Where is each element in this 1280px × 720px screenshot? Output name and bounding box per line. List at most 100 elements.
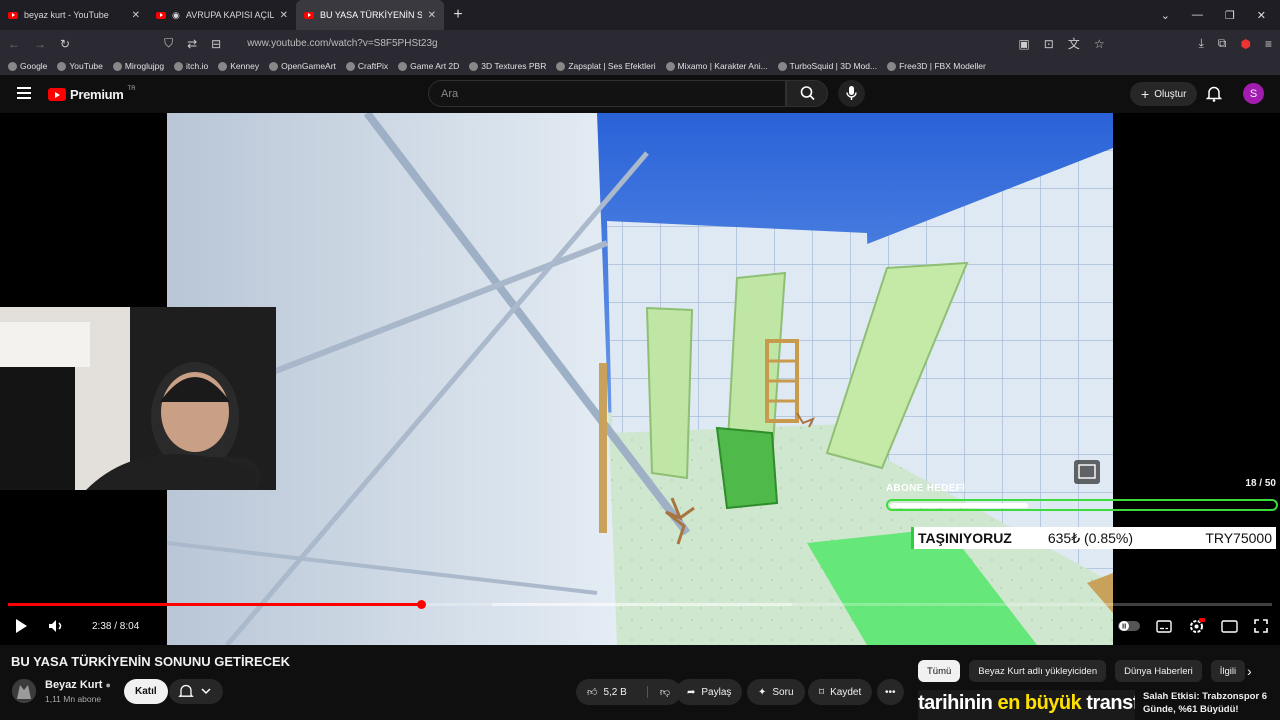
pip-icon[interactable]: ▣ [1018, 37, 1029, 51]
youtube-logo[interactable]: Premium TR [48, 85, 136, 102]
hamburger-menu-icon[interactable] [17, 87, 31, 99]
tab-list-icon[interactable]: ⌄ [1161, 9, 1170, 22]
dislike-icon[interactable]: 👎︎ [646, 686, 670, 698]
search-button[interactable] [786, 80, 828, 107]
bookmark-item[interactable]: YouTube [57, 61, 103, 71]
youtube-favicon-icon [304, 11, 314, 19]
video-frame[interactable] [167, 113, 1113, 645]
bookmark-item[interactable]: itch.io [174, 61, 208, 71]
like-count: 5,2 B [603, 686, 627, 698]
new-tab-button[interactable]: + [444, 6, 472, 24]
forward-icon[interactable]: → [34, 37, 46, 51]
subtitles-icon[interactable] [1156, 619, 1172, 633]
browser-tab-title: BU YASA TÜRKİYENİN SONUNU [320, 10, 422, 20]
wolf-logo-icon [12, 679, 36, 703]
save-label: Kaydet [830, 686, 862, 698]
menu-icon[interactable]: ≡ [1265, 37, 1272, 51]
notifications-button[interactable] [1205, 85, 1223, 107]
bookmark-item[interactable]: Miroglujpg [112, 61, 164, 71]
channel-avatar[interactable] [12, 679, 36, 703]
recommended-thumbnail[interactable]: tarihinin en büyük transferi [918, 690, 1135, 720]
bookmark-star-icon[interactable]: ☆ [1094, 37, 1105, 51]
video-title: BU YASA TÜRKİYENİN SONUNU GETİRECEK [11, 654, 291, 669]
thumbnail-text-c: transferi [1086, 692, 1135, 714]
browser-tab-1[interactable]: beyaz kurt - YouTube ✕ [0, 0, 148, 30]
back-icon[interactable]: ← [8, 37, 20, 51]
close-tab-icon[interactable]: ✕ [132, 10, 140, 21]
bookmark-icon: ⌑ [819, 686, 825, 698]
browser-tab-2[interactable]: ◉ AVRUPA KAPISI AÇILIYOR: E ✕ [148, 0, 296, 30]
chip-from-uploader[interactable]: Beyaz Kurt adlı yükleyiciden [969, 660, 1107, 682]
close-tab-icon[interactable]: ✕ [280, 10, 288, 21]
bookmark-label: Mixamo | Karakter Ani... [677, 61, 768, 71]
close-window-icon[interactable]: ✕ [1257, 9, 1266, 22]
theater-mode-icon[interactable] [1221, 619, 1238, 633]
bookmark-item[interactable]: Free3D | FBX Modeller [887, 61, 986, 71]
extensions-icon[interactable]: ⧉ [1218, 36, 1227, 51]
share-button[interactable]: ➦ Paylaş [676, 679, 743, 705]
chip-world-news[interactable]: Dünya Haberleri [1115, 660, 1202, 682]
ask-button[interactable]: ✦ Soru [747, 679, 805, 705]
voice-search-button[interactable] [838, 80, 865, 107]
bookmarks-bar: Google YouTube Miroglujpg itch.io Kenney Open… [0, 57, 1280, 75]
translate-icon[interactable]: 文 [1068, 35, 1080, 52]
reload-icon[interactable]: ↻ [60, 37, 70, 51]
minimize-icon[interactable]: — [1192, 9, 1203, 22]
thumbnail-text: tarihinin en büyük transferi [918, 692, 1135, 715]
bookmark-item[interactable]: Mixamo | Karakter Ani... [665, 61, 768, 71]
goal-label: ABONE HEDEFİ [886, 483, 966, 494]
screenshot-icon[interactable]: ⊡ [1044, 37, 1054, 51]
permissions-icon[interactable]: ⇄ [187, 37, 197, 51]
bookmark-item[interactable]: Game Art 2D [398, 61, 459, 71]
bookmark-item[interactable]: CraftPix [345, 61, 388, 71]
bookmark-favicon-icon [556, 61, 566, 71]
chip-all[interactable]: Tümü [918, 660, 961, 682]
bookmark-item[interactable]: TurboSquid | 3D Mod... [777, 61, 877, 71]
goal-count: 18 / 50 [1245, 478, 1276, 489]
recommended-title[interactable]: Salah Etkisi: Trabzonspor 6 Günde, %61 B… [1143, 690, 1273, 716]
volume-icon[interactable] [48, 618, 64, 634]
download-icon[interactable]: ⤓ [1199, 36, 1204, 51]
youtube-play-icon [48, 88, 66, 101]
bookmark-label: Game Art 2D [410, 61, 460, 71]
logo-region: TR [127, 85, 136, 92]
webcam-person-image [0, 307, 276, 490]
bookmark-item[interactable]: Google [8, 61, 47, 71]
bookmark-item[interactable]: 3D Textures PBR [469, 61, 546, 71]
account-avatar[interactable]: S [1243, 83, 1264, 104]
bookmark-favicon-icon [112, 61, 122, 71]
share-label: Paylaş [701, 686, 732, 698]
channel-name-text: Beyaz Kurt [45, 679, 103, 691]
bookmark-item[interactable]: Kenney [218, 61, 259, 71]
like-button[interactable]: 👍︎ 5,2 B 👎︎ [576, 679, 681, 705]
save-button[interactable]: ⌑ Kaydet [808, 679, 873, 705]
bookmark-favicon-icon [218, 61, 228, 71]
bookmark-item[interactable]: Zapsplat | Ses Efektleri [556, 61, 656, 71]
ticker-label: TAŞINIYORUZ [918, 530, 1012, 546]
seek-bar[interactable] [8, 600, 1272, 609]
shield-icon[interactable]: ⛉ [164, 36, 173, 51]
create-button[interactable]: + Oluştur [1130, 82, 1198, 106]
more-actions-button[interactable]: ••• [877, 679, 904, 705]
chip-related[interactable]: İlgili [1210, 660, 1246, 682]
subscribed-bell-button[interactable] [169, 679, 223, 704]
maximize-icon[interactable]: ❐ [1225, 9, 1235, 22]
more-icon: ••• [885, 686, 896, 698]
logo-text: Premium [70, 87, 124, 102]
ublock-icon[interactable]: ⬢ [1241, 37, 1251, 51]
chips-next-icon[interactable]: › [1247, 663, 1252, 679]
settings-gear-icon[interactable] [1188, 617, 1205, 635]
join-button[interactable]: Katıl [124, 679, 168, 704]
video-player[interactable]: ABONE HEDEFİ 18 / 50 TAŞINIYORUZ 635₺ (0… [0, 113, 1280, 645]
channel-name[interactable]: Beyaz Kurt ● [45, 679, 111, 691]
address-field[interactable]: www.youtube.com/watch?v=S8F5PHSt23g [247, 38, 437, 49]
site-info-icon[interactable]: ⊟ [211, 37, 221, 51]
close-tab-icon[interactable]: ✕ [428, 10, 436, 21]
subscriber-goal-overlay: ABONE HEDEFİ 18 / 50 [886, 478, 1278, 511]
play-icon[interactable] [14, 618, 28, 634]
fullscreen-icon[interactable] [1254, 619, 1268, 633]
search-input[interactable]: Ara [428, 80, 786, 107]
autoplay-toggle-icon[interactable] [1118, 620, 1140, 632]
bookmark-item[interactable]: OpenGameArt [269, 61, 336, 71]
browser-tab-3[interactable]: BU YASA TÜRKİYENİN SONUNU ✕ [296, 0, 444, 30]
